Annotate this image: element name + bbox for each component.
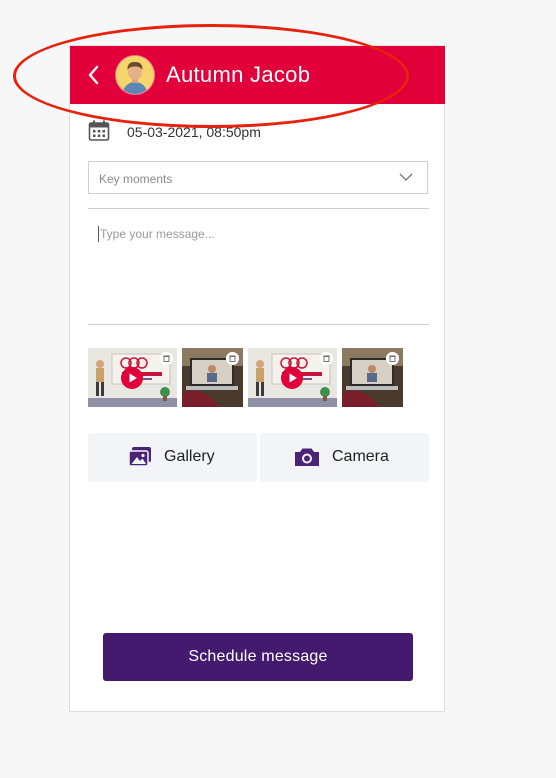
category-dropdown-value: Key moments [99, 172, 173, 186]
schedule-date-time: 05-03-2021, 08:50pm [127, 124, 261, 140]
category-dropdown[interactable]: Key moments [88, 161, 428, 194]
trash-icon[interactable] [160, 352, 173, 365]
contact-name: Autumn Jacob [166, 62, 311, 87]
avatar[interactable] [116, 56, 154, 94]
trash-icon[interactable] [320, 352, 333, 365]
chevron-down-icon [399, 173, 413, 181]
play-icon[interactable] [281, 367, 303, 389]
attachment-thumbnail[interactable] [248, 348, 337, 407]
chevron-left-icon [88, 65, 99, 85]
trash-icon[interactable] [226, 352, 239, 365]
trash-icon[interactable] [386, 352, 399, 365]
message-placeholder: Type your message... [100, 227, 215, 241]
app-header: Autumn Jacob [70, 46, 445, 104]
text-caret [98, 226, 99, 242]
message-input[interactable]: Type your message... [88, 208, 429, 325]
gallery-icon [128, 447, 151, 467]
schedule-message-label: Schedule message [188, 648, 328, 665]
attachment-thumbnail[interactable] [182, 348, 243, 407]
camera-button[interactable]: Camera [260, 433, 429, 482]
calendar-icon [88, 120, 110, 141]
compose-screen: Autumn Jacob 05-03-2021, 08:50pm Key mom… [69, 45, 445, 712]
gallery-button-label: Gallery [164, 448, 215, 465]
back-button[interactable] [84, 62, 104, 88]
schedule-message-button[interactable]: Schedule message [103, 633, 413, 681]
camera-icon [295, 448, 319, 466]
camera-button-label: Camera [332, 448, 389, 465]
play-icon[interactable] [121, 367, 143, 389]
gallery-button[interactable]: Gallery [88, 433, 257, 482]
attachment-thumbnail[interactable] [88, 348, 177, 407]
attachment-thumbnail[interactable] [342, 348, 403, 407]
user-avatar-icon [116, 56, 154, 94]
